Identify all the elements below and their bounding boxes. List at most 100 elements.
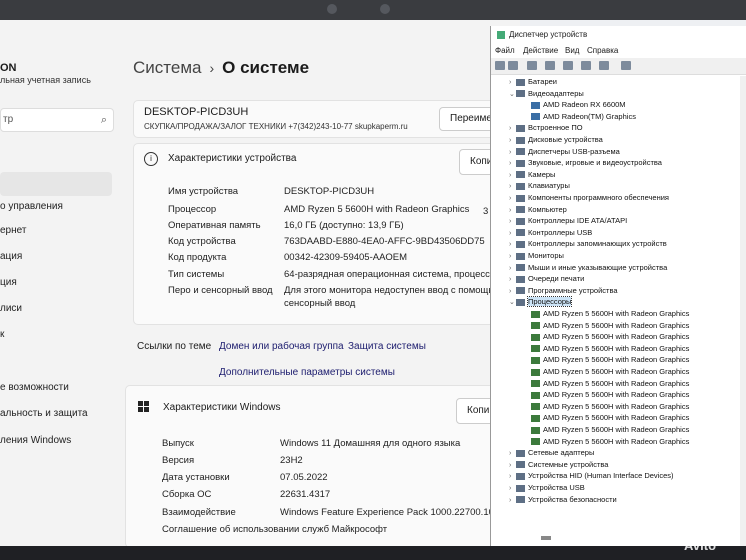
- collapse-chevron-icon[interactable]: ⌄: [509, 297, 516, 308]
- expand-chevron-icon[interactable]: ›: [509, 228, 516, 239]
- device-category[interactable]: › Встроенное ПО: [509, 122, 583, 133]
- nav-item-update-control[interactable]: о управления: [0, 201, 63, 212]
- device-item[interactable]: AMD Ryzen 5 5600H with Radeon Graphics: [531, 308, 689, 319]
- device-category[interactable]: › Мыши и иные указывающие устройства: [509, 262, 667, 273]
- nav-item-gaming[interactable]: к: [0, 329, 4, 340]
- properties-icon[interactable]: [527, 61, 537, 70]
- menu-file[interactable]: Файл: [495, 46, 515, 55]
- nav-item-personalization[interactable]: ация: [0, 251, 22, 262]
- device-category[interactable]: › Устройства USB: [509, 482, 585, 493]
- menu-help[interactable]: Справка: [587, 46, 618, 55]
- device-item[interactable]: AMD Radeon(TM) Graphics: [531, 111, 636, 122]
- expand-chevron-icon[interactable]: ›: [509, 495, 516, 506]
- nav-item-accounts[interactable]: лиси: [0, 303, 22, 314]
- expand-chevron-icon[interactable]: ›: [509, 77, 516, 88]
- screen: ON льная учетная запись тр ⌕ о управлени…: [0, 20, 746, 546]
- expand-chevron-icon[interactable]: ›: [509, 135, 516, 146]
- monitor-icon[interactable]: [621, 61, 631, 70]
- forward-icon[interactable]: [508, 61, 518, 70]
- expand-chevron-icon[interactable]: ›: [509, 193, 516, 204]
- device-item[interactable]: AMD Radeon RX 6600M: [531, 99, 626, 110]
- device-item[interactable]: AMD Ryzen 5 5600H with Radeon Graphics: [531, 331, 689, 342]
- device-item[interactable]: AMD Ryzen 5 5600H with Radeon Graphics: [531, 343, 689, 354]
- nav-item-accessibility[interactable]: е возможности: [0, 382, 69, 393]
- device-category[interactable]: › Компоненты программного обеспечения: [509, 192, 669, 203]
- windows-specs-header[interactable]: Характеристики Windows: [163, 402, 281, 413]
- expand-chevron-icon[interactable]: ›: [509, 483, 516, 494]
- nav-item-internet[interactable]: ернет: [0, 225, 26, 236]
- breadcrumb-parent[interactable]: Система: [133, 58, 201, 77]
- expand-chevron-icon[interactable]: ›: [509, 251, 516, 262]
- device-category[interactable]: › Контроллеры USB: [509, 227, 592, 238]
- expand-chevron-icon[interactable]: ›: [509, 448, 516, 459]
- device-item[interactable]: AMD Ryzen 5 5600H with Radeon Graphics: [531, 424, 689, 435]
- device-manager-titlebar[interactable]: Диспетчер устройств: [491, 26, 746, 44]
- device-category[interactable]: › Дисковые устройства: [509, 134, 603, 145]
- expand-chevron-icon[interactable]: ›: [509, 263, 516, 274]
- device-item[interactable]: AMD Ryzen 5 5600H with Radeon Graphics: [531, 366, 689, 377]
- expand-chevron-icon[interactable]: ›: [509, 205, 516, 216]
- back-icon[interactable]: [495, 61, 505, 70]
- device-item[interactable]: AMD Ryzen 5 5600H with Radeon Graphics: [531, 436, 689, 447]
- device-item[interactable]: AMD Ryzen 5 5600H with Radeon Graphics: [531, 320, 689, 331]
- nav-item-windows-update[interactable]: ления Windows: [0, 435, 71, 446]
- tree-scrollbar[interactable]: [740, 76, 746, 546]
- expand-chevron-icon[interactable]: ›: [509, 158, 516, 169]
- device-category[interactable]: › Камеры: [509, 169, 555, 180]
- device-category[interactable]: › Контроллеры запоминающих устройств: [509, 238, 667, 249]
- device-category[interactable]: › Устройства HID (Human Interface Devices…: [509, 470, 674, 481]
- device-specs-header[interactable]: Характеристики устройства: [168, 153, 296, 164]
- collapse-chevron-icon[interactable]: ⌄: [509, 89, 516, 100]
- device-category[interactable]: ⌄ Процессоры: [509, 296, 573, 308]
- device-category[interactable]: › Очереди печати: [509, 273, 584, 284]
- settings-search-input[interactable]: тр ⌕: [0, 108, 114, 132]
- device-category[interactable]: › Сетевые адаптеры: [509, 447, 594, 458]
- expand-chevron-icon[interactable]: ›: [509, 471, 516, 482]
- expand-chevron-icon[interactable]: ›: [509, 170, 516, 181]
- related-links: Ссылки по теме Домен или рабочая группа …: [125, 330, 525, 392]
- menu-action[interactable]: Действие: [523, 46, 558, 55]
- device-category[interactable]: › Контроллеры IDE ATA/ATAPI: [509, 215, 627, 226]
- show-hide-icon[interactable]: [545, 61, 555, 70]
- device-category[interactable]: › Звуковые, игровые и видеоустройства: [509, 157, 662, 168]
- pc-name-card: DESKTOP-PICD3UH СКУПКА/ПРОДАЖА/ЗАЛОГ ТЕХ…: [133, 100, 525, 138]
- device-item[interactable]: AMD Ryzen 5 5600H with Radeon Graphics: [531, 412, 689, 423]
- device-item[interactable]: AMD Ryzen 5 5600H with Radeon Graphics: [531, 389, 689, 400]
- menu-view[interactable]: Вид: [565, 46, 579, 55]
- ms-services-agreement-link[interactable]: Соглашение об использовании служб Майкро…: [162, 524, 387, 535]
- expand-chevron-icon[interactable]: ›: [509, 147, 516, 158]
- expand-chevron-icon[interactable]: ›: [509, 286, 516, 297]
- nav-item-apps[interactable]: ция: [0, 277, 17, 288]
- expand-chevron-icon[interactable]: ›: [509, 274, 516, 285]
- expand-chevron-icon[interactable]: ›: [509, 181, 516, 192]
- help-icon[interactable]: [563, 61, 573, 70]
- domain-workgroup-link[interactable]: Домен или рабочая группа: [219, 341, 344, 352]
- device-category[interactable]: › Программные устройства: [509, 285, 618, 296]
- device-item[interactable]: AMD Ryzen 5 5600H with Radeon Graphics: [531, 354, 689, 365]
- device-category[interactable]: › Компьютер: [509, 204, 567, 215]
- device-category[interactable]: › Диспетчеры USB-разъема: [509, 146, 620, 157]
- expand-chevron-icon[interactable]: ›: [509, 216, 516, 227]
- advanced-system-settings-link[interactable]: Дополнительные параметры системы: [219, 367, 395, 378]
- device-category[interactable]: › Мониторы: [509, 250, 564, 261]
- windows-logo-icon: [138, 401, 150, 413]
- expand-chevron-icon[interactable]: ›: [509, 460, 516, 471]
- system-protection-link[interactable]: Защита системы: [348, 341, 426, 352]
- expand-chevron-icon[interactable]: ›: [509, 123, 516, 134]
- nav-item-selected[interactable]: [0, 172, 112, 196]
- expand-chevron-icon[interactable]: ›: [509, 239, 516, 250]
- scan-hardware-icon[interactable]: [599, 61, 609, 70]
- device-item[interactable]: AMD Ryzen 5 5600H with Radeon Graphics: [531, 378, 689, 389]
- search-icon[interactable]: ⌕: [101, 109, 107, 131]
- update-driver-icon[interactable]: [581, 61, 591, 70]
- device-category[interactable]: › Клавиатуры: [509, 180, 570, 191]
- nav-item-privacy[interactable]: альность и защита: [0, 408, 88, 419]
- device-manager-window: Диспетчер устройств Файл Действие Вид Сп…: [490, 26, 746, 546]
- device-spec-value: DESKTOP-PICD3UH: [284, 186, 375, 197]
- device-label: Клавиатуры: [528, 181, 570, 191]
- device-category[interactable]: › Батареи: [509, 76, 557, 87]
- device-category[interactable]: › Системные устройства: [509, 459, 608, 470]
- device-item[interactable]: AMD Ryzen 5 5600H with Radeon Graphics: [531, 401, 689, 412]
- device-category[interactable]: ⌄ Видеоадаптеры: [509, 88, 584, 99]
- device-category[interactable]: › Устройства безопасности: [509, 494, 617, 505]
